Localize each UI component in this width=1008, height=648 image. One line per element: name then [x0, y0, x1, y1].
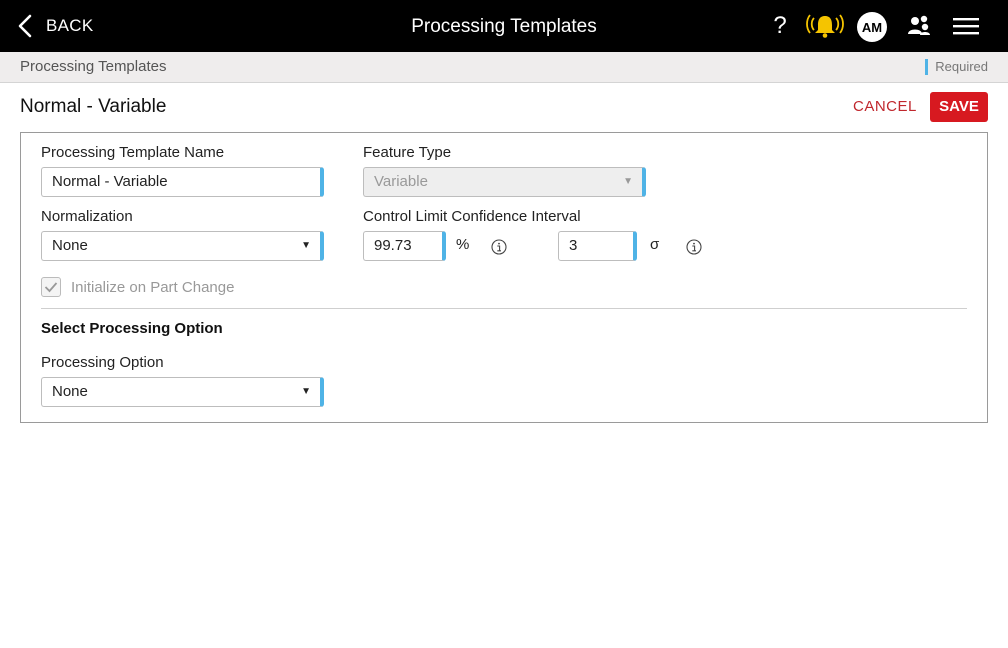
sigma-input[interactable]: 3 [558, 231, 637, 261]
hamburger-menu-icon[interactable] [952, 10, 980, 42]
caret-down-icon: ▼ [623, 176, 633, 187]
feature-type-value: Variable [374, 173, 428, 190]
processing-option-label: Processing Option [41, 354, 164, 371]
section-title: Select Processing Option [41, 320, 223, 337]
cancel-button[interactable]: CANCEL [846, 93, 924, 121]
feature-type-select: Variable ▼ [363, 167, 646, 197]
normalization-label: Normalization [41, 208, 133, 225]
avatar[interactable]: AM [857, 12, 887, 42]
save-button[interactable]: SAVE [930, 92, 988, 122]
divider [41, 308, 967, 309]
checkmark-icon [44, 282, 58, 293]
breadcrumb-bar: Processing Templates Required [0, 52, 1008, 83]
processing-option-value: None [52, 383, 88, 400]
normalization-select[interactable]: None ▼ [41, 231, 324, 261]
chevron-left-icon [18, 14, 32, 38]
template-form-panel: Processing Template Name Normal - Variab… [20, 132, 988, 423]
sigma-unit: σ [650, 236, 660, 253]
required-legend: Required [925, 59, 988, 75]
back-label: BACK [46, 16, 94, 35]
percent-unit: % [456, 236, 470, 253]
template-name-label: Processing Template Name [41, 144, 225, 161]
breadcrumb[interactable]: Processing Templates [20, 58, 166, 75]
back-button[interactable]: BACK [18, 12, 94, 40]
info-icon[interactable] [686, 239, 702, 255]
top-bar: BACK Processing Templates ? AM [0, 0, 1008, 52]
help-icon[interactable]: ? [768, 10, 792, 42]
template-name-input[interactable]: Normal - Variable [41, 167, 324, 197]
users-icon[interactable] [906, 10, 932, 42]
initialize-label: Initialize on Part Change [71, 278, 235, 296]
normalization-value: None [52, 237, 88, 254]
caret-down-icon: ▼ [301, 386, 311, 397]
feature-type-label: Feature Type [363, 144, 452, 161]
alarm-bell-icon[interactable] [806, 10, 844, 42]
initialize-checkbox [41, 277, 61, 297]
info-icon[interactable] [491, 239, 507, 255]
caret-down-icon: ▼ [301, 240, 311, 251]
page-title: Normal - Variable [20, 96, 167, 117]
confidence-interval-label: Control Limit Confidence Interval [363, 208, 581, 225]
processing-option-select[interactable]: None ▼ [41, 377, 324, 407]
initialize-on-part-change: Initialize on Part Change [41, 277, 234, 297]
confidence-percent-input[interactable]: 99.73 [363, 231, 446, 261]
